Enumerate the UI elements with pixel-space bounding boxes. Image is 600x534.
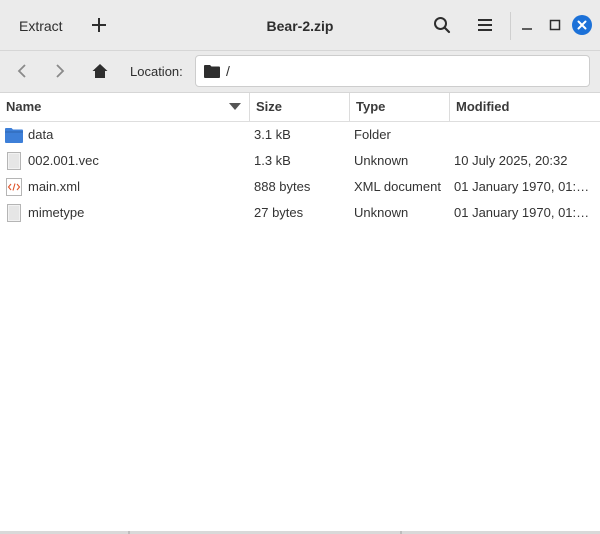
extract-button[interactable]: Extract [19, 18, 63, 34]
file-row[interactable]: mimetype 27 bytes Unknown 01 January 197… [0, 200, 600, 226]
column-size[interactable]: Size [250, 93, 350, 121]
column-type-label: Type [356, 99, 386, 114]
column-modified-label: Modified [456, 99, 510, 114]
file-size: 3.1 kB [254, 127, 291, 142]
home-icon[interactable] [91, 62, 109, 80]
file-modified: 01 January 1970, 01:… [454, 205, 590, 220]
column-modified[interactable]: Modified [450, 93, 600, 121]
file-row[interactable]: 002.001.vec 1.3 kB Unknown 10 July 2025,… [0, 148, 600, 174]
file-modified: 10 July 2025, 20:32 [454, 153, 568, 168]
xml-file-icon [6, 178, 22, 196]
file-row[interactable]: data 3.1 kB Folder [0, 122, 600, 148]
file-modified [454, 122, 598, 148]
search-icon[interactable] [432, 15, 452, 35]
sort-down-icon [229, 103, 241, 110]
add-icon[interactable] [88, 14, 110, 36]
maximize-icon[interactable] [545, 15, 565, 35]
file-name: data [28, 127, 54, 142]
back-icon[interactable] [14, 62, 32, 80]
file-size: 27 bytes [254, 205, 304, 220]
minimize-icon[interactable] [517, 15, 537, 35]
location-label: Location: [130, 64, 183, 79]
menu-icon[interactable] [475, 15, 495, 35]
file-name: 002.001.vec [28, 153, 99, 168]
column-name[interactable]: Name [0, 93, 250, 121]
file-size: 888 bytes [254, 179, 311, 194]
column-header: Name Size Type Modified [0, 93, 600, 122]
location-path: / [226, 63, 230, 79]
header-separator [510, 12, 511, 40]
close-button[interactable] [572, 15, 592, 35]
file-row[interactable]: main.xml 888 bytes XML document 01 Janua… [0, 174, 600, 200]
column-type[interactable]: Type [350, 93, 450, 121]
close-icon [577, 20, 587, 30]
title-bar: Extract Bear-2.zip [0, 0, 600, 51]
unknown-file-icon [7, 152, 21, 170]
location-bar: Location: / [0, 51, 600, 93]
column-name-label: Name [6, 99, 42, 114]
folder-icon [5, 128, 23, 143]
folder-icon [204, 65, 220, 78]
file-type: Folder [354, 127, 391, 142]
file-name: main.xml [28, 179, 81, 194]
column-size-label: Size [256, 99, 283, 114]
unknown-file-icon [7, 204, 21, 222]
file-type: XML document [354, 179, 441, 194]
file-name: mimetype [28, 205, 85, 220]
file-type: Unknown [354, 153, 409, 168]
forward-icon[interactable] [50, 62, 68, 80]
file-size: 1.3 kB [254, 153, 291, 168]
file-modified: 01 January 1970, 01:… [454, 179, 590, 194]
location-field[interactable]: / [195, 55, 590, 87]
file-type: Unknown [354, 205, 409, 220]
